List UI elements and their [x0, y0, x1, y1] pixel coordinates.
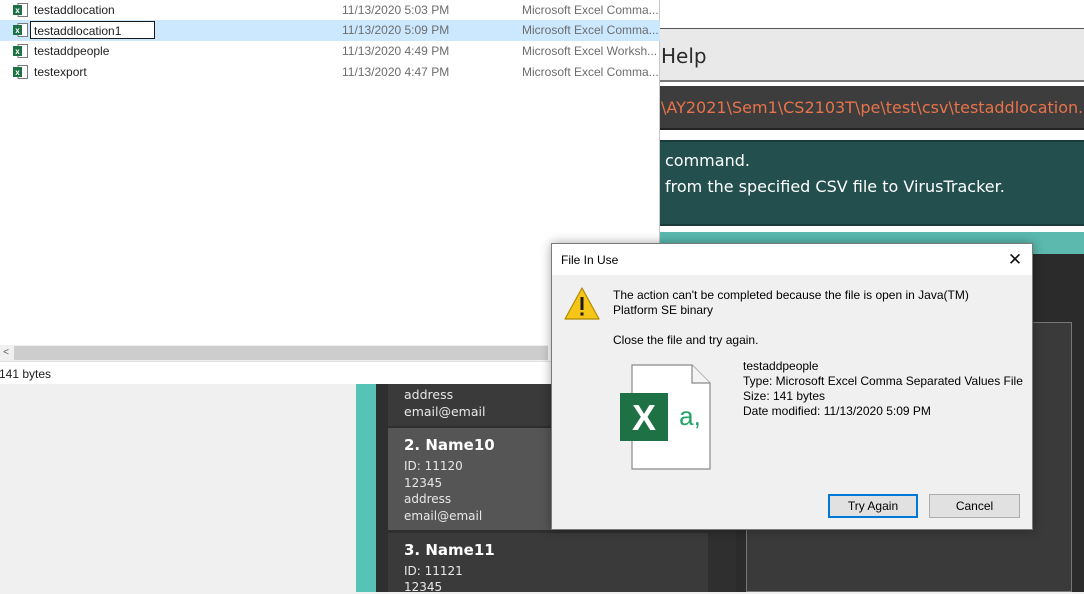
result-line-2: from the specified CSV file to VirusTrac…: [665, 177, 1005, 196]
dialog-message: The action can't be completed because th…: [613, 288, 969, 317]
try-again-button[interactable]: Try Again: [828, 494, 918, 518]
person-2-phone: 12345: [404, 476, 443, 490]
file-name: testexport: [34, 65, 87, 79]
file-date: 11/13/2020 4:49 PM: [342, 44, 450, 58]
file-type: Microsoft Excel Comma...: [522, 23, 659, 37]
file-date: 11/13/2020 4:47 PM: [342, 65, 450, 79]
file-info-modified: Date modified: 11/13/2020 5:09 PM: [743, 404, 931, 418]
file-details: testaddpeople Type: Microsoft Excel Comm…: [743, 359, 1023, 419]
person-1-address: address: [404, 387, 454, 402]
person-2-email: email@email: [404, 509, 483, 523]
csv-glyph: a,: [679, 401, 701, 431]
scrollbar-thumb[interactable]: [14, 346, 548, 360]
svg-text:x: x: [15, 6, 20, 15]
menu-help[interactable]: Help: [661, 44, 707, 68]
csv-file-thumbnail-icon: X a,: [620, 364, 711, 470]
file-type: Microsoft Excel Comma...: [522, 65, 659, 79]
dialog-title: File In Use: [561, 253, 619, 267]
excel-file-icon: x: [13, 65, 28, 79]
file-type: Microsoft Excel Comma...: [522, 3, 659, 17]
close-icon[interactable]: ✕: [998, 244, 1032, 275]
file-date: 11/13/2020 5:03 PM: [342, 3, 450, 17]
file-row-selected[interactable]: x testaddlocation1 11/13/2020 5:09 PM Mi…: [0, 20, 660, 41]
dialog-titlebar[interactable]: File In Use ✕: [552, 244, 1032, 275]
warning-icon: [564, 287, 600, 320]
file-type: Microsoft Excel Worksh...: [522, 44, 658, 58]
person-2-name: 2. Name10: [404, 436, 495, 454]
file-in-use-dialog: File In Use ✕ The action can't be comple…: [551, 243, 1033, 530]
file-row[interactable]: x testaddlocation 11/13/2020 5:03 PM Mic…: [0, 0, 660, 21]
file-row[interactable]: x testaddpeople 11/13/2020 4:49 PM Micro…: [0, 41, 660, 62]
rename-input[interactable]: testaddlocation1: [30, 21, 155, 39]
result-line-1: command.: [665, 151, 750, 170]
person-3-name: 3. Name11: [404, 541, 495, 559]
file-name: testaddpeople: [34, 44, 110, 58]
excel-file-icon: x: [13, 23, 28, 37]
excel-file-icon: x: [13, 44, 28, 58]
excel-file-icon: x: [13, 3, 28, 17]
person-2-id: ID: 11120: [404, 459, 463, 473]
person-1-email: email@email: [404, 404, 486, 419]
person-3-id: ID: 11121: [404, 564, 463, 578]
file-info-name: testaddpeople: [743, 359, 819, 373]
person-2-address: address: [404, 492, 452, 506]
file-row[interactable]: x testexport 11/13/2020 4:47 PM Microsof…: [0, 62, 660, 83]
command-input[interactable]: \AY2021\Sem1\CS2103T\pe\test\csv\testadd…: [661, 98, 1084, 117]
svg-text:x: x: [15, 26, 20, 35]
file-info-type: Type: Microsoft Excel Comma Separated Va…: [743, 374, 1023, 388]
scroll-left-arrow-icon[interactable]: <: [0, 345, 12, 361]
svg-text:x: x: [15, 47, 20, 56]
cancel-button[interactable]: Cancel: [929, 494, 1020, 518]
person-card-3[interactable]: 3. Name11 ID: 11121 12345: [388, 533, 708, 594]
file-name: testaddlocation: [34, 3, 115, 17]
horizontal-scrollbar[interactable]: <: [0, 345, 548, 361]
svg-text:x: x: [15, 68, 20, 77]
dialog-sub-message: Close the file and try again.: [613, 333, 759, 347]
status-selection-size: 141 bytes: [0, 367, 52, 381]
file-info-size: Size: 141 bytes: [743, 389, 826, 403]
excel-letter: X: [632, 397, 656, 438]
file-date: 11/13/2020 5:09 PM: [342, 23, 450, 37]
